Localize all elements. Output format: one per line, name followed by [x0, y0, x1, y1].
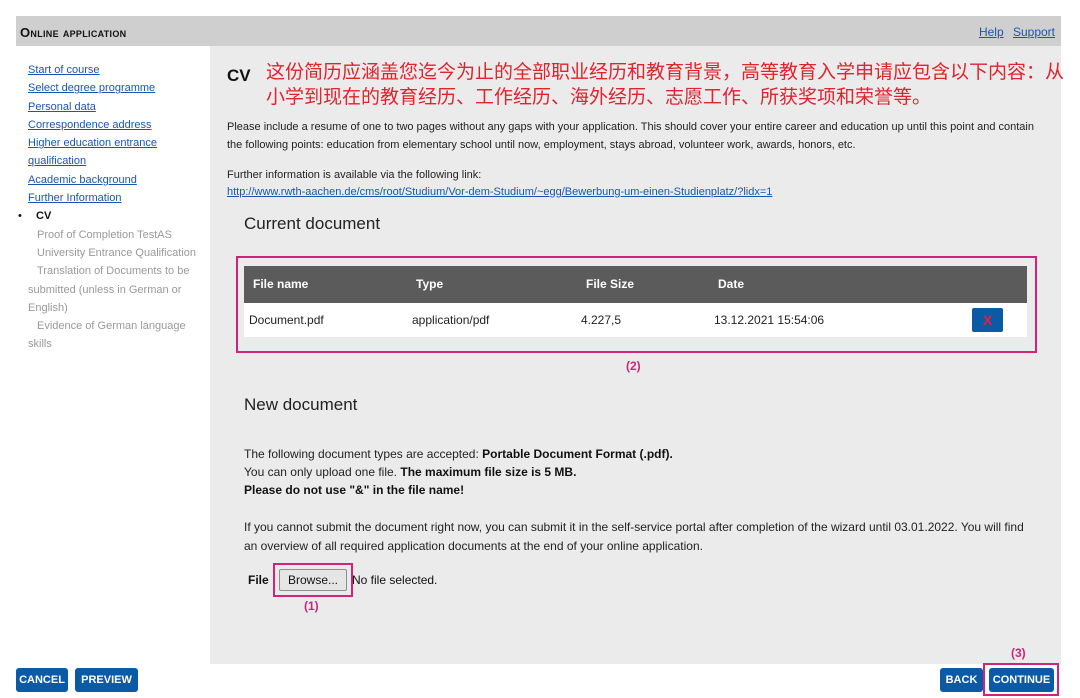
cell-date: 13.12.2021 15:54:06	[714, 313, 825, 327]
nav-further-information[interactable]: Further Information	[28, 189, 210, 207]
main-panel: CV 这份简历应涵盖您迄今为止的全部职业经历和教育背景，高等教育入学申请应包含以…	[210, 46, 1064, 664]
deadline-notice: If you cannot submit the document right …	[244, 520, 1024, 553]
chinese-annotation-note: 这份简历应涵盖您迄今为止的全部职业经历和教育背景，高等教育入学申请应包含以下内容…	[266, 61, 1065, 108]
nav-higher-education-line-2[interactable]: qualification	[28, 152, 210, 170]
wizard-sidebar: Start of course Select degree programme …	[16, 46, 210, 664]
nav-translation-line-1: Translation of Documents to be	[37, 265, 190, 278]
nav-higher-education-line-1[interactable]: Higher education entrance	[28, 134, 210, 152]
annotation-label-2: (2)	[626, 359, 641, 373]
accepted-types-block: The following document types are accepte…	[244, 445, 1034, 499]
delete-x-icon: X	[982, 312, 993, 328]
cancel-button[interactable]: CANCEL	[16, 668, 68, 692]
page-title: CV	[227, 66, 251, 85]
nav-translation-line-2: submitted (unless in German or	[28, 283, 182, 296]
info-link[interactable]: http://www.rwth-aachen.de/cms/root/Studi…	[227, 186, 772, 198]
support-link[interactable]: Support	[1013, 25, 1055, 39]
accepted-prefix: The following document types are accepte…	[244, 447, 483, 461]
current-document-heading: Current document	[244, 214, 381, 233]
accepted-format: Portable Document Format (.pdf).	[482, 447, 673, 461]
no-ampersand-warning: Please do not use "&" in the file name!	[244, 483, 465, 497]
nav-correspondence-address[interactable]: Correspondence address	[28, 116, 210, 134]
highlight-box-3	[983, 663, 1059, 696]
highlight-box-1	[273, 563, 353, 597]
nav-german-line-2: skills	[28, 338, 52, 351]
app-header: Online application Help Support	[16, 16, 1061, 46]
col-date: Date	[718, 277, 745, 291]
annotation-label-1: (1)	[304, 599, 319, 613]
nav-current-cv: CV	[18, 207, 210, 226]
intro-text: Please include a resume of one to two pa…	[227, 121, 1034, 151]
nav-german-line-1: Evidence of German language	[37, 320, 186, 333]
col-file-name: File name	[253, 277, 309, 291]
cell-type: application/pdf	[412, 313, 490, 327]
help-link[interactable]: Help	[979, 25, 1004, 39]
nav-select-degree-programme[interactable]: Select degree programme	[28, 79, 210, 97]
file-status-text: No file selected.	[352, 573, 438, 587]
table-header: File name Type File Size Date	[244, 266, 1027, 303]
annotation-label-3: (3)	[1011, 646, 1026, 660]
nav-academic-background[interactable]: Academic background	[28, 171, 210, 189]
preview-button[interactable]: PREVIEW	[75, 668, 138, 692]
table-row: Document.pdf application/pdf 4.227,5 13.…	[244, 303, 1027, 337]
col-file-size: File Size	[586, 277, 635, 291]
nav-translation-line-3: English)	[28, 301, 68, 314]
app-title: Online application	[20, 25, 127, 40]
nav-current-label: CV	[36, 210, 52, 223]
current-document-table: File name Type File Size Date Document.p…	[244, 266, 1027, 337]
one-file-text: You can only upload one file.	[244, 465, 401, 479]
nav-personal-data[interactable]: Personal data	[28, 98, 210, 116]
back-button[interactable]: BACK	[940, 668, 983, 692]
nav-start-of-course[interactable]: Start of course	[28, 61, 210, 79]
col-type: Type	[416, 277, 444, 291]
more-info-block: Further information is available via the…	[227, 167, 1037, 201]
nav-university-entrance: University Entrance Qualification	[37, 246, 196, 259]
new-document-heading: New document	[244, 395, 358, 414]
max-size-text: The maximum file size is 5 MB.	[400, 465, 577, 479]
file-label: File	[248, 573, 269, 587]
nav-proof-testas: Proof of Completion TestAS	[37, 228, 172, 241]
cell-file-size: 4.227,5	[581, 313, 622, 327]
more-info-text: Further information is available via the…	[227, 169, 482, 181]
delete-document-button[interactable]: X	[972, 308, 1003, 332]
header-links: Help Support	[973, 25, 1055, 39]
cell-file-name: Document.pdf	[249, 313, 324, 327]
